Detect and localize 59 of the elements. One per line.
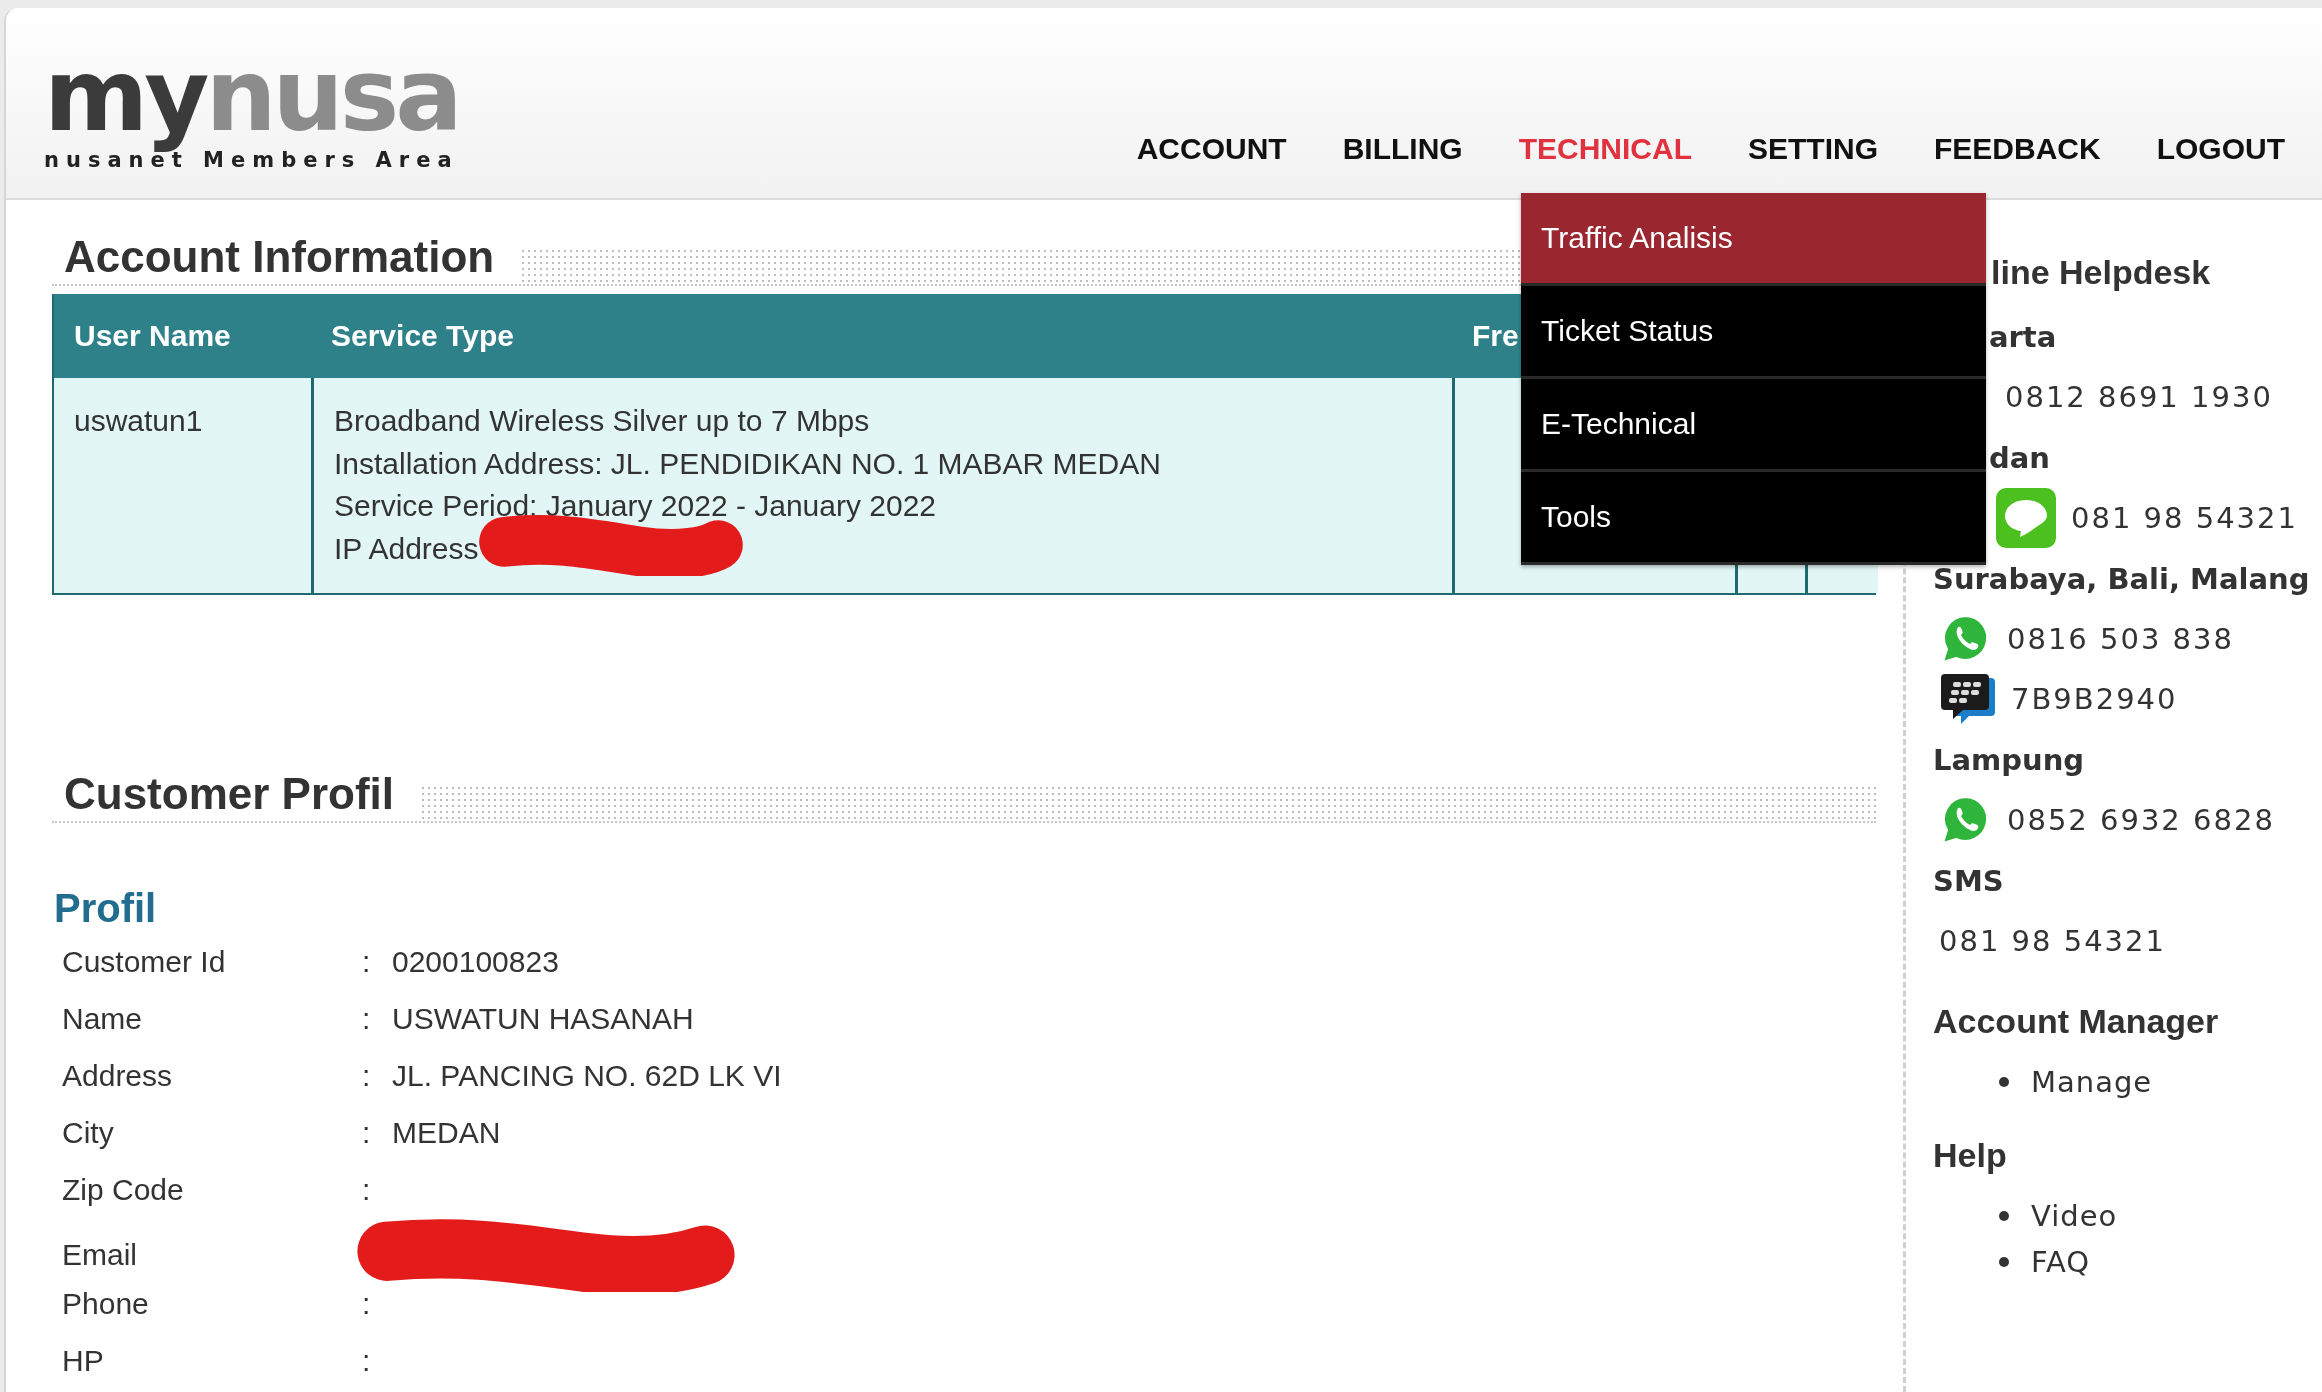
field-label: Phone bbox=[62, 1286, 150, 1321]
city-label: arta bbox=[1989, 319, 2057, 354]
contact-number: 0812 8691 1930 bbox=[2005, 380, 2273, 414]
nav-link[interactable]: SETTING bbox=[1711, 132, 1897, 172]
sidebar-link[interactable]: FAQ bbox=[2031, 1245, 2091, 1279]
bullet-dot bbox=[1999, 1211, 2009, 1221]
table-cell-text: Service Period: January 2022 - January 2022 bbox=[334, 488, 937, 524]
nav-link[interactable]: TECHNICAL bbox=[1481, 132, 1711, 172]
subsection-title: Profil bbox=[54, 885, 158, 932]
contact-number: 7B9B2940 bbox=[2011, 682, 2178, 716]
field-label: Address bbox=[62, 1058, 174, 1093]
field-label: City bbox=[62, 1115, 115, 1150]
nav-link[interactable]: LOGOUT bbox=[2119, 132, 2304, 172]
nav-link[interactable]: ACCOUNT bbox=[1099, 132, 1306, 172]
city-label: Lampung bbox=[1933, 742, 2085, 777]
dropdown-item[interactable]: E-Technical bbox=[1521, 379, 1986, 472]
sidebar-link[interactable]: Manage bbox=[2031, 1065, 2153, 1099]
field-value: MEDAN bbox=[392, 1115, 502, 1150]
field-label: Customer Id bbox=[62, 944, 227, 979]
city-label: SMS bbox=[1933, 863, 2004, 898]
field-label: Email bbox=[62, 1238, 138, 1272]
nav-link[interactable]: BILLING bbox=[1305, 132, 1482, 172]
field-label: HP bbox=[62, 1343, 105, 1378]
separator-colon: : bbox=[362, 944, 372, 979]
separator-colon: : bbox=[362, 1001, 372, 1036]
separator-colon: : bbox=[362, 1115, 372, 1150]
sidebar-heading: line Helpdesk bbox=[1990, 252, 2212, 292]
separator-colon: : bbox=[362, 1286, 372, 1321]
table-cell: uswatun1 bbox=[74, 404, 203, 437]
sidebar-heading: Help bbox=[1933, 1135, 2008, 1175]
sidebar-link[interactable]: Video bbox=[2031, 1199, 2118, 1233]
field-value: 0200100823 bbox=[392, 944, 560, 979]
table-cell-text: Installation Address: JL. PENDIDIKAN NO. 1 MABAR MEDAN bbox=[334, 445, 1161, 482]
chat-bubble-icon bbox=[1995, 487, 2057, 549]
contact-number: 0816 503 838 bbox=[2007, 622, 2234, 656]
section-title: Customer Profil bbox=[63, 768, 396, 820]
field-value: USWATUN HASANAH bbox=[392, 1001, 695, 1036]
contact-number: 0852 6932 6828 bbox=[2007, 803, 2275, 837]
city-label: dan bbox=[1989, 440, 2050, 475]
field-label: Name bbox=[62, 1001, 144, 1036]
dropdown-item[interactable]: Traffic Analisis bbox=[1521, 193, 1986, 286]
field-value: JL. PANCING NO. 62D LK VI bbox=[392, 1058, 783, 1093]
sidebar-heading: Account Manager bbox=[1933, 1001, 2220, 1041]
bullet-dot bbox=[1999, 1077, 2009, 1087]
dropdown-item[interactable]: Ticket Status bbox=[1521, 286, 1986, 379]
separator-colon: : bbox=[362, 1172, 372, 1207]
nav-link[interactable]: FEEDBACK bbox=[1897, 132, 2120, 172]
field-label: Zip Code bbox=[62, 1172, 185, 1207]
contact-number: 081 98 54321 bbox=[1939, 924, 2166, 958]
column-header: User Name bbox=[54, 294, 311, 378]
separator-colon: : bbox=[362, 1058, 372, 1093]
column-header: Service Type bbox=[311, 294, 1452, 378]
section-title: Account Information bbox=[63, 231, 496, 283]
separator-colon: : bbox=[362, 1343, 372, 1378]
dropdown-item[interactable]: Tools bbox=[1521, 472, 1986, 565]
table-cell-text: IP Address bbox=[334, 530, 479, 567]
bullet-dot bbox=[1999, 1257, 2009, 1267]
table-cell-text: Broadband Wireless Silver up to 7 Mbps bbox=[334, 403, 870, 439]
contact-number: 081 98 54321 bbox=[2071, 501, 2298, 535]
